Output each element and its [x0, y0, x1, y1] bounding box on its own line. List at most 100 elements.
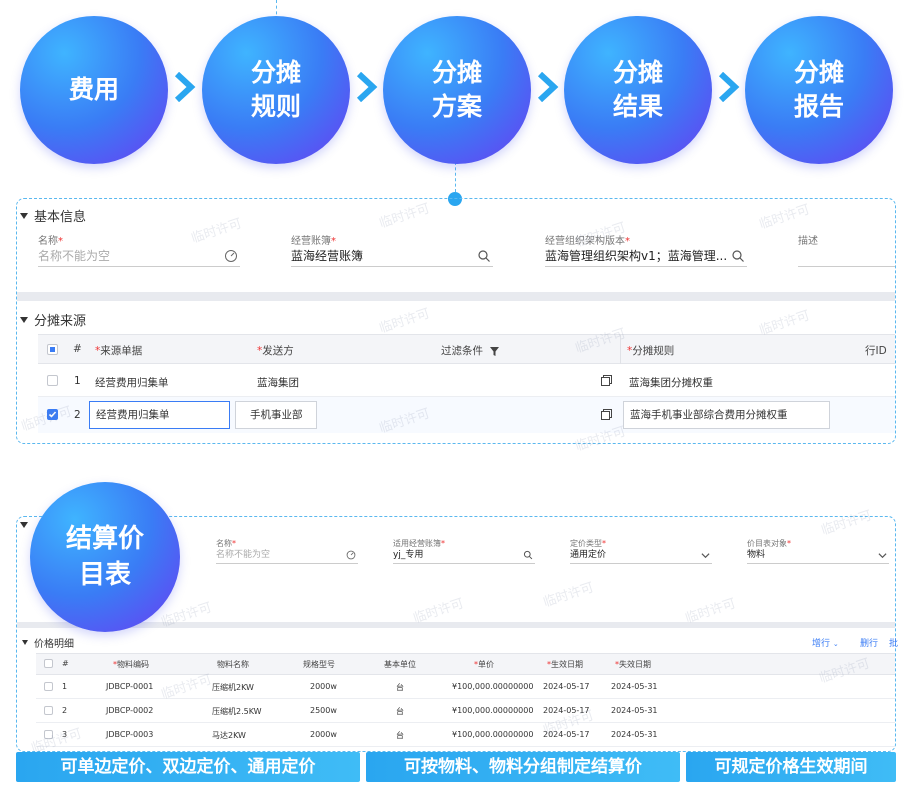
row-checkbox[interactable] [47, 375, 58, 386]
col-header-unit[interactable]: 基本单位 [384, 659, 416, 670]
org-version-input[interactable]: 蓝海管理组织架构v1；蓝海管理... [545, 247, 747, 267]
cell-sender[interactable]: 蓝海集团 [257, 375, 299, 390]
cell-rule-editing[interactable]: 蓝海手机事业部综合费用分摊权重 [623, 401, 830, 429]
applicable-ledger-input[interactable]: yj_专用 [393, 548, 535, 564]
col-header-effective-date[interactable]: *生效日期 [547, 659, 583, 670]
table-cell[interactable]: 马达2KW [212, 730, 246, 741]
col-header-expiry-date[interactable]: *失效日期 [615, 659, 651, 670]
table-cell[interactable]: 2500w [310, 706, 337, 715]
table-cell[interactable]: 2024-05-31 [611, 706, 658, 715]
section-basic-info[interactable]: 基本信息 [20, 206, 86, 225]
table-cell[interactable]: 2024-05-17 [543, 706, 590, 715]
col-header-source[interactable]: *来源单据 [95, 343, 142, 358]
col-header-price[interactable]: *单价 [474, 659, 494, 670]
flow-step-label: 分摊结果 [612, 58, 663, 121]
collapse-triangle-icon[interactable] [20, 316, 28, 323]
row-index: 2 [74, 409, 81, 421]
flow-step-label: 分摊方案 [431, 58, 482, 121]
table-cell[interactable]: 台 [396, 682, 404, 693]
feature-banner-validity-period: 可规定价格生效期间 [686, 752, 896, 782]
table-cell[interactable]: ¥100,000.00000000 [452, 682, 533, 691]
table-cell[interactable]: 压缩机2KW [212, 682, 254, 693]
cell-rule[interactable]: 蓝海集团分摊权重 [629, 375, 713, 390]
col-header-spec[interactable]: 规格型号 [303, 659, 335, 670]
price-name-input[interactable]: 名称不能为空 [216, 548, 358, 564]
cell-source[interactable]: 经营费用归集单 [95, 375, 169, 390]
collapse-triangle-icon[interactable] [20, 212, 28, 219]
indeterminate-mark [50, 347, 55, 352]
row-checkbox[interactable] [44, 730, 53, 739]
table-cell[interactable]: 2024-05-31 [611, 730, 658, 739]
section-allocation-source[interactable]: 分摊来源 [20, 310, 86, 329]
chevron-right-icon [718, 72, 740, 102]
table-cell[interactable]: 2024-05-17 [543, 682, 590, 691]
check-icon [48, 411, 57, 418]
row-checkbox[interactable] [44, 682, 53, 691]
chevron-down-icon[interactable] [701, 551, 710, 560]
cell-sender-editing[interactable]: 手机事业部 [235, 401, 317, 429]
table-cell[interactable]: 2024-05-31 [611, 682, 658, 691]
feature-banner-pricing-modes: 可单边定价、双边定价、通用定价 [16, 752, 360, 782]
table-cell[interactable]: JDBCP-0002 [106, 706, 153, 715]
row-index: 1 [62, 682, 68, 691]
chevron-down-icon[interactable] [878, 551, 887, 560]
gauge-icon[interactable] [346, 550, 356, 560]
section-price-detail[interactable]: 价格明细 [22, 635, 74, 650]
table-cell[interactable]: ¥100,000.00000000 [452, 706, 533, 715]
field-label-description: 描述 [798, 236, 818, 247]
field-label-name: 名称* [38, 236, 63, 247]
col-header-row-id[interactable]: 行ID [865, 343, 887, 358]
filter-icon[interactable] [490, 346, 500, 356]
table-cell[interactable]: JDBCP-0001 [106, 682, 153, 691]
flow-step-rule: 分摊规则 [202, 16, 350, 164]
delete-row-button[interactable]: 删行 [860, 636, 878, 649]
row-index: 2 [62, 706, 68, 715]
connector-mid [455, 162, 456, 192]
pricing-type-select[interactable]: 通用定价 [570, 548, 712, 564]
copy-icon[interactable] [601, 375, 612, 386]
field-label-org-version: 经营组织架构版本* [545, 236, 630, 247]
section-price-basic[interactable] [20, 522, 34, 528]
search-icon[interactable] [731, 249, 745, 263]
table-cell[interactable]: JDBCP-0003 [106, 730, 153, 739]
ledger-input[interactable]: 蓝海经营账簿 [291, 247, 493, 267]
cell-source-editing[interactable]: 经营费用归集单 [89, 401, 230, 429]
badge-label: 结算价目表 [65, 524, 144, 590]
collapse-triangle-icon[interactable] [22, 640, 28, 645]
row-checkbox-checked[interactable] [47, 409, 58, 420]
section-title: 分摊来源 [34, 314, 87, 329]
table-header [36, 653, 895, 675]
col-header-material-name[interactable]: 物料名称 [217, 659, 249, 670]
col-header-rule[interactable]: *分摊规则 [627, 343, 674, 358]
collapse-triangle-icon[interactable] [20, 522, 28, 528]
row-checkbox[interactable] [44, 706, 53, 715]
chevron-right-icon [174, 72, 196, 102]
col-header-sender[interactable]: *发送方 [257, 343, 294, 358]
select-all-checkbox[interactable] [44, 659, 53, 668]
section-divider [17, 292, 895, 301]
chevron-right-icon [537, 72, 559, 102]
table-cell[interactable]: 台 [396, 706, 404, 717]
search-icon[interactable] [477, 249, 491, 263]
table-cell[interactable]: 2000w [310, 730, 337, 739]
batch-button[interactable]: 批 [889, 636, 898, 649]
select-all-checkbox[interactable] [47, 344, 58, 355]
price-list-badge: 结算价目表 [30, 482, 180, 632]
name-input[interactable]: 名称不能为空 [38, 247, 240, 267]
copy-icon[interactable] [601, 409, 612, 420]
table-cell[interactable]: 压缩机2.5KW [212, 706, 262, 717]
table-cell[interactable]: 2000w [310, 682, 337, 691]
col-header-index: # [62, 659, 69, 668]
table-cell[interactable]: 台 [396, 730, 404, 741]
col-header-filter[interactable]: 过滤条件 [441, 343, 500, 358]
price-object-select[interactable]: 物料 [747, 548, 889, 564]
col-header-material-code[interactable]: *物料编码 [113, 659, 149, 670]
search-icon[interactable] [523, 550, 533, 560]
add-row-button[interactable]: 增行 ⌄ [812, 636, 839, 649]
table-cell[interactable]: ¥100,000.00000000 [452, 730, 533, 739]
col-header-index: # [73, 343, 82, 355]
table-cell[interactable]: 2024-05-17 [543, 730, 590, 739]
gauge-icon[interactable] [224, 249, 238, 263]
description-input[interactable] [798, 247, 895, 267]
feature-banner-material-pricing: 可按物料、物料分组制定结算价 [366, 752, 680, 782]
